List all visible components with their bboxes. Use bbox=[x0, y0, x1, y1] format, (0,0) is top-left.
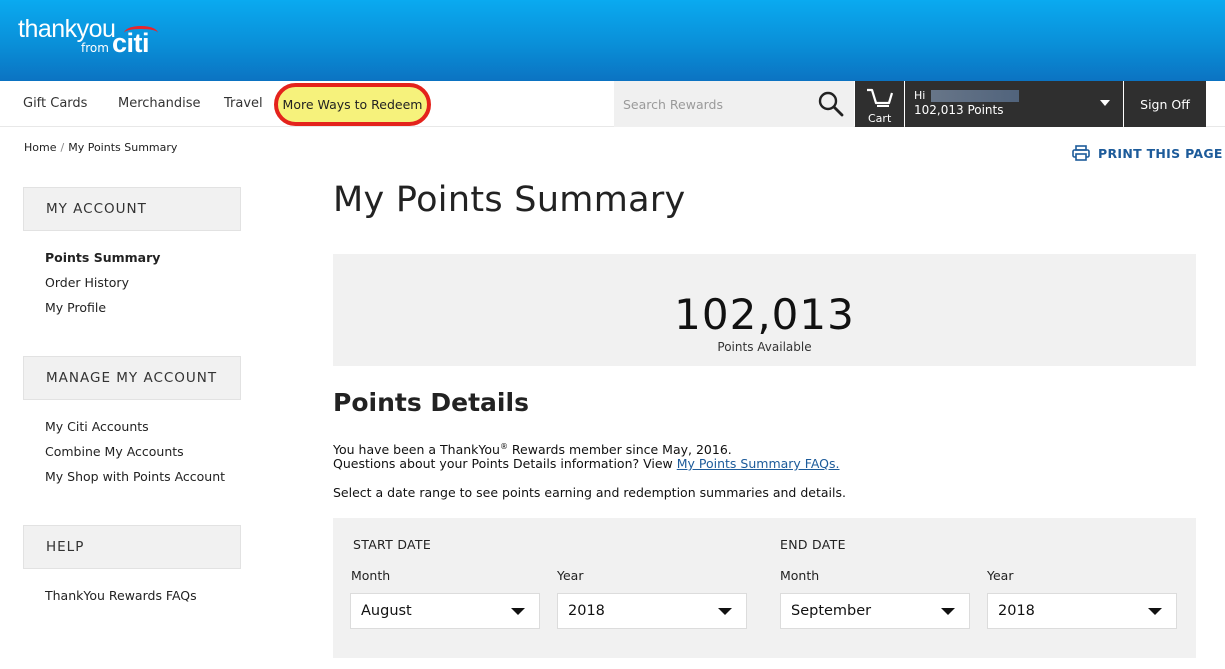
start-month-select[interactable]: August bbox=[350, 593, 540, 629]
main-nav: Gift Cards Merchandise Travel More Ways … bbox=[0, 81, 1225, 127]
registered-mark: ® bbox=[499, 442, 508, 451]
breadcrumb-home[interactable]: Home bbox=[24, 141, 56, 154]
sidebar-item-shop-with-points[interactable]: My Shop with Points Account bbox=[45, 469, 225, 484]
cart-icon bbox=[867, 88, 894, 107]
breadcrumb: Home / My Points Summary bbox=[24, 141, 177, 154]
start-year-label: Year bbox=[557, 568, 584, 583]
start-date-heading: START DATE bbox=[353, 537, 432, 552]
select-range-text: Select a date range to see points earnin… bbox=[333, 485, 846, 500]
start-year-select[interactable]: 2018 bbox=[557, 593, 747, 629]
member-text-a: You have been a ThankYou bbox=[333, 442, 500, 458]
redacted-username bbox=[931, 90, 1019, 102]
thankyou-citi-logo[interactable]: thankyou from citi bbox=[18, 15, 158, 58]
chevron-down-icon bbox=[718, 608, 732, 615]
logo-thankyou-text: thankyou bbox=[18, 15, 116, 43]
account-dropdown[interactable]: Hi 102,013 Points bbox=[905, 81, 1123, 127]
sidebar-item-faqs[interactable]: ThankYou Rewards FAQs bbox=[45, 588, 197, 603]
account-points: 102,013 Points bbox=[914, 103, 1004, 117]
faq-text: Questions about your Points Details info… bbox=[333, 456, 840, 472]
sidebar-item-my-profile[interactable]: My Profile bbox=[45, 300, 106, 315]
sign-off-button[interactable]: Sign Off bbox=[1124, 81, 1206, 127]
sidebar-heading-manage-account: MANAGE MY ACCOUNT bbox=[23, 356, 241, 400]
search-box bbox=[614, 81, 854, 127]
sidebar-item-combine-accounts[interactable]: Combine My Accounts bbox=[45, 444, 184, 459]
end-month-label: Month bbox=[780, 568, 820, 583]
cart-button[interactable]: Cart bbox=[855, 81, 904, 127]
search-input[interactable] bbox=[614, 81, 814, 127]
chevron-down-icon bbox=[941, 608, 955, 615]
date-range-panel: START DATE Month Year August 2018 END DA… bbox=[333, 518, 1196, 658]
page-title: My Points Summary bbox=[333, 180, 686, 220]
member-text-b: Rewards member since May, 2016. bbox=[507, 442, 732, 458]
start-month-label: Month bbox=[351, 568, 391, 583]
logo-citi-text: citi bbox=[112, 28, 150, 58]
nav-gift-cards[interactable]: Gift Cards bbox=[23, 96, 87, 111]
print-page-button[interactable]: PRINT THIS PAGE bbox=[1072, 145, 1223, 161]
account-greeting: Hi bbox=[914, 89, 926, 102]
end-year-select[interactable]: 2018 bbox=[987, 593, 1177, 629]
end-month-value: September bbox=[791, 603, 872, 619]
faq-prefix: Questions about your Points Details info… bbox=[333, 456, 677, 471]
sidebar-heading-my-account: MY ACCOUNT bbox=[23, 187, 241, 231]
chevron-down-icon bbox=[1100, 100, 1110, 106]
points-available-label: Points Available bbox=[717, 340, 812, 354]
end-date-heading: END DATE bbox=[780, 537, 846, 552]
points-available-value: 102,013 bbox=[674, 290, 855, 339]
faq-link[interactable]: My Points Summary FAQs. bbox=[677, 456, 840, 471]
nav-more-ways-to-redeem[interactable]: More Ways to Redeem bbox=[274, 83, 431, 126]
printer-icon bbox=[1072, 145, 1090, 161]
start-month-value: August bbox=[361, 603, 412, 619]
points-available-panel: 102,013 Points Available bbox=[333, 254, 1196, 366]
chevron-down-icon bbox=[511, 608, 525, 615]
sidebar-heading-help: HELP bbox=[23, 525, 241, 569]
breadcrumb-current: My Points Summary bbox=[68, 141, 178, 154]
chevron-down-icon bbox=[1148, 608, 1162, 615]
print-label: PRINT THIS PAGE bbox=[1098, 145, 1223, 161]
sidebar-item-order-history[interactable]: Order History bbox=[45, 275, 129, 290]
points-details-heading: Points Details bbox=[333, 388, 529, 417]
nav-travel[interactable]: Travel bbox=[224, 96, 263, 111]
end-year-value: 2018 bbox=[998, 603, 1035, 619]
end-month-select[interactable]: September bbox=[780, 593, 970, 629]
end-year-label: Year bbox=[987, 568, 1014, 583]
sidebar-item-points-summary[interactable]: Points Summary bbox=[45, 250, 160, 265]
top-banner: thankyou from citi bbox=[0, 0, 1225, 81]
sidebar-item-my-citi-accounts[interactable]: My Citi Accounts bbox=[45, 419, 149, 434]
start-year-value: 2018 bbox=[568, 603, 605, 619]
logo-from-text: from bbox=[81, 41, 109, 55]
nav-merchandise[interactable]: Merchandise bbox=[118, 96, 201, 111]
cart-label: Cart bbox=[868, 112, 892, 125]
breadcrumb-separator: / bbox=[60, 141, 65, 154]
search-icon[interactable] bbox=[816, 89, 846, 119]
